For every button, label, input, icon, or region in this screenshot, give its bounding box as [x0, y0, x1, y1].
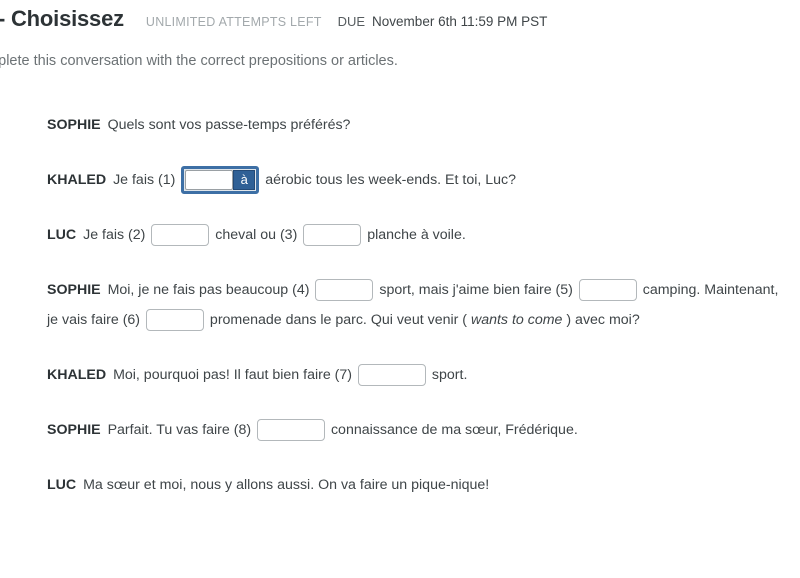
speaker-name: LUC: [47, 227, 77, 243]
exercise-page: 2 - Choisissez UNLIMITED ATTEMPTS LEFT D…: [0, 0, 800, 578]
blank-input-7[interactable]: [357, 364, 426, 387]
dialogue-text: Parfait. Tu vas faire (8): [103, 422, 256, 438]
blank-input-1[interactable]: [185, 170, 234, 191]
accent-key-a-grave[interactable]: à: [233, 170, 256, 191]
speaker-name: SOPHIE: [47, 282, 101, 298]
page-title: 2 - Choisissez: [0, 6, 124, 31]
blank-input-4[interactable]: [315, 279, 374, 302]
instructions-text: omplete this conversation with the corre…: [0, 53, 398, 69]
blank-input-6[interactable]: [145, 309, 204, 332]
dialogue-text: Je fais (1): [109, 172, 180, 188]
dialogue-line: LUC Ma sœur et moi, nous y allons aussi.…: [47, 470, 787, 500]
due-date: November 6th 11:59 PM PST: [372, 14, 548, 29]
blank-input-3[interactable]: [303, 224, 362, 247]
speaker-name: KHALED: [47, 367, 107, 383]
speaker-name: LUC: [47, 477, 77, 493]
dialogue-text: ) avec moi?: [562, 312, 640, 328]
speaker-name: KHALED: [47, 172, 107, 188]
dialogue-container: SOPHIE Quels sont vos passe-temps préfér…: [47, 110, 787, 500]
dialogue-text: Ma sœur et moi, nous y allons aussi. On …: [79, 477, 490, 493]
due-label: DUE: [337, 14, 366, 29]
dialogue-text: Moi, pourquoi pas! Il faut bien faire (7…: [109, 367, 356, 383]
attempts-remaining-label: UNLIMITED ATTEMPTS LEFT: [145, 15, 322, 29]
blank-input-2[interactable]: [151, 224, 210, 247]
dialogue-line: SOPHIE Parfait. Tu vas faire (8) connais…: [47, 415, 787, 445]
dialogue-text: sport, mais j'aime bien faire (5): [375, 282, 577, 298]
dialogue-text: planche à voile.: [363, 227, 466, 243]
dialogue-text: cheval ou (3): [211, 227, 302, 243]
blank-input-5[interactable]: [578, 279, 637, 302]
dialogue-text: Moi, je ne fais pas beaucoup (4): [103, 282, 314, 298]
dialogue-text: aérobic tous les week-ends. Et toi, Luc?: [261, 172, 517, 188]
speaker-name: SOPHIE: [47, 117, 101, 133]
dialogue-text: Quels sont vos passe-temps préférés?: [103, 117, 351, 133]
dialogue-text: promenade dans le parc. Qui veut venir (: [205, 312, 471, 328]
assignment-header: 2 - Choisissez UNLIMITED ATTEMPTS LEFT D…: [0, 6, 800, 32]
focused-blank-wrapper: à: [181, 166, 260, 195]
dialogue-text: sport.: [427, 367, 468, 383]
dialogue-line: KHALED Moi, pourquoi pas! Il faut bien f…: [47, 360, 787, 390]
speaker-name: SOPHIE: [47, 422, 101, 438]
dialogue-line: LUC Je fais (2) cheval ou (3) planche à …: [47, 220, 787, 250]
dialogue-line: SOPHIE Quels sont vos passe-temps préfér…: [47, 110, 787, 140]
dialogue-line: KHALED Je fais (1) à aérobic tous les we…: [47, 165, 787, 195]
translation-hint: wants to come: [470, 312, 563, 328]
dialogue-line: SOPHIE Moi, je ne fais pas beaucoup (4) …: [47, 275, 787, 335]
dialogue-text: Je fais (2): [79, 227, 150, 243]
blank-input-8[interactable]: [257, 419, 326, 442]
dialogue-text: connaissance de ma sœur, Frédérique.: [327, 422, 578, 438]
